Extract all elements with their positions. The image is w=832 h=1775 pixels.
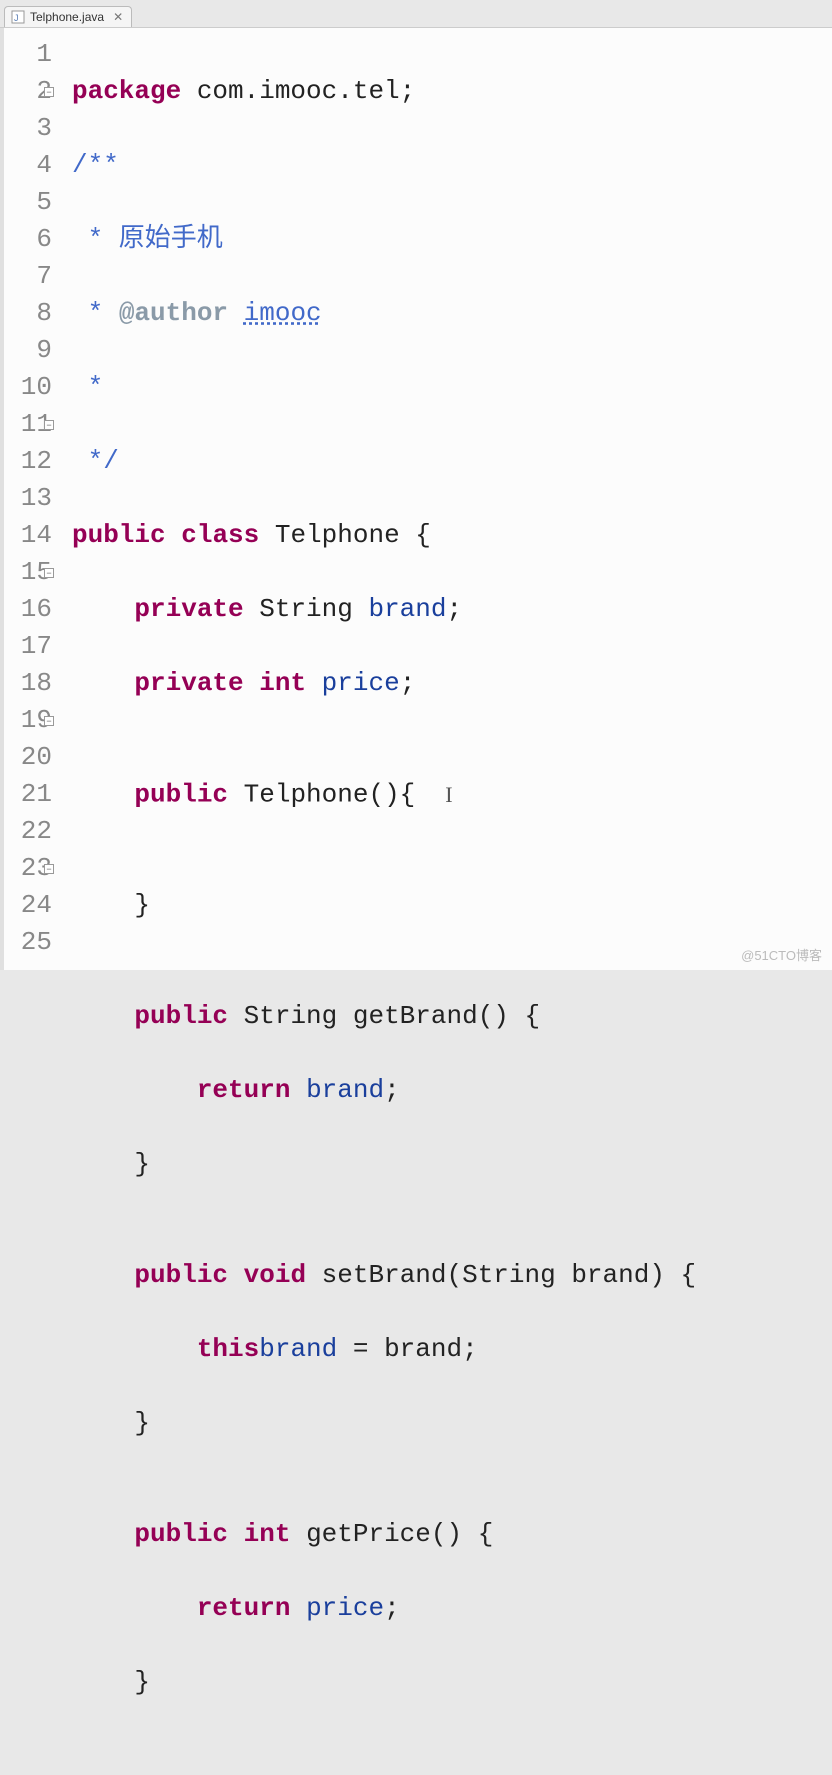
- code-line: return brand;: [72, 1072, 696, 1109]
- fold-icon[interactable]: −: [44, 568, 54, 578]
- line-number: 18: [8, 665, 52, 702]
- code-line: *: [72, 369, 696, 406]
- fold-icon[interactable]: −: [44, 420, 54, 430]
- line-number: 23−: [8, 850, 52, 887]
- line-number: 25: [8, 924, 52, 961]
- line-number: 3: [8, 110, 52, 147]
- line-number: 24: [8, 887, 52, 924]
- fold-icon[interactable]: −: [44, 864, 54, 874]
- close-icon[interactable]: ✕: [113, 10, 123, 24]
- code-area[interactable]: package com.imooc.tel; /** * 原始手机 * @aut…: [60, 28, 696, 970]
- code-line: public int getPrice() {: [72, 1516, 696, 1553]
- line-number: 12: [8, 443, 52, 480]
- code-line: public Telphone(){I: [72, 776, 696, 813]
- line-number: 14: [8, 517, 52, 554]
- line-number: 21: [8, 776, 52, 813]
- code-line: /**: [72, 147, 696, 184]
- code-line: public class Telphone {: [72, 517, 696, 554]
- line-number: 11−: [8, 406, 52, 443]
- line-number: 2−: [8, 73, 52, 110]
- text-cursor-icon: I: [445, 776, 452, 813]
- java-file-icon: J: [11, 10, 25, 24]
- svg-text:J: J: [14, 13, 19, 23]
- code-line: }: [72, 1146, 696, 1183]
- code-line: package com.imooc.tel;: [72, 73, 696, 110]
- line-number: 4: [8, 147, 52, 184]
- tab-bar: J Telphone.java ✕: [0, 0, 832, 28]
- line-number: 1: [8, 36, 52, 73]
- code-line: private String brand;: [72, 591, 696, 628]
- code-line: }: [72, 1405, 696, 1442]
- fold-icon[interactable]: −: [44, 87, 54, 97]
- code-line: return price;: [72, 1590, 696, 1627]
- code-editor[interactable]: 1 2− 3 4 5 6 7 8 9 10 11− 12 13 14 15− 1…: [0, 28, 832, 970]
- code-line: * @author imooc: [72, 295, 696, 332]
- code-line: private int price;: [72, 665, 696, 702]
- code-line: }: [72, 1664, 696, 1701]
- line-number-gutter: 1 2− 3 4 5 6 7 8 9 10 11− 12 13 14 15− 1…: [4, 28, 60, 970]
- watermark: @51CTO博客: [741, 945, 822, 964]
- code-line: */: [72, 443, 696, 480]
- line-number: 17: [8, 628, 52, 665]
- line-number: 5: [8, 184, 52, 221]
- code-line: public String getBrand() {: [72, 998, 696, 1035]
- line-number: 13: [8, 480, 52, 517]
- line-number: 19−: [8, 702, 52, 739]
- editor-tab[interactable]: J Telphone.java ✕: [4, 6, 132, 27]
- code-line: * 原始手机: [72, 221, 696, 258]
- line-number: 15−: [8, 554, 52, 591]
- line-number: 7: [8, 258, 52, 295]
- code-line: }: [72, 887, 696, 924]
- code-line: public void setBrand(String brand) {: [72, 1257, 696, 1294]
- line-number: 6: [8, 221, 52, 258]
- line-number: 22: [8, 813, 52, 850]
- line-number: 16: [8, 591, 52, 628]
- line-number: 9: [8, 332, 52, 369]
- tab-filename: Telphone.java: [30, 10, 104, 24]
- fold-icon[interactable]: −: [44, 716, 54, 726]
- line-number: 20: [8, 739, 52, 776]
- line-number: 10: [8, 369, 52, 406]
- code-line: thisbrand = brand;: [72, 1331, 696, 1368]
- line-number: 8: [8, 295, 52, 332]
